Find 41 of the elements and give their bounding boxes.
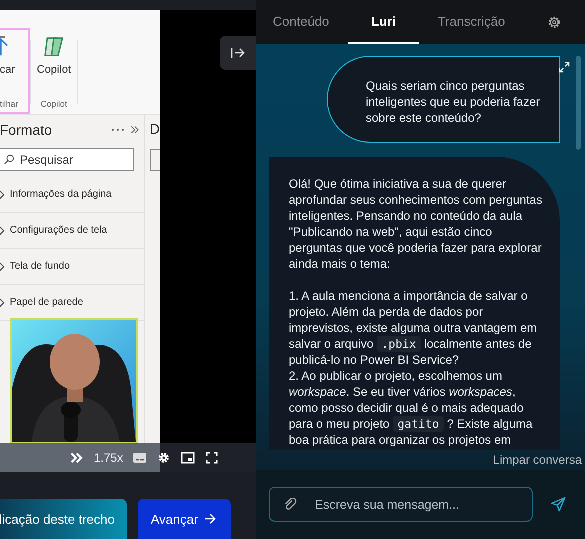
- chevron-icon: [0, 226, 6, 236]
- section-item[interactable]: Configurações de tela: [0, 213, 144, 249]
- fullscreen-icon[interactable]: [205, 452, 220, 464]
- speed-button[interactable]: 1.75x: [94, 450, 124, 464]
- pane-title: Formato: [0, 122, 54, 138]
- paperclip-icon[interactable]: [284, 498, 297, 511]
- group-label: Copilot: [40, 99, 68, 109]
- chevron-icon: [0, 190, 6, 200]
- search-icon: [4, 154, 15, 165]
- clear-conversation-button[interactable]: Limpar conversa: [493, 450, 582, 470]
- message-text: 2. Ao publicar o projeto, escolhemos um workspace. Se eu tiver vários workspaces, como posso decidir qual é o mais adequado para o meu projeto gatito ? Existe alguma boa prática para organizar os projetos em: [289, 368, 534, 448]
- search-field[interactable]: Pesquisar: [0, 148, 134, 171]
- message-text: 1. A aula menciona a importância de salvar o projeto. Além da perda de dados por imprevistos, existe alguma outra vantagem em salvar o arquivo .pbix localmente antes de publicá-lo no Power BI Service?: [289, 288, 538, 368]
- tab[interactable]: Transcrição: [424, 0, 518, 44]
- section-item[interactable]: Informações da página: [0, 177, 144, 213]
- lesson-button[interactable]: licação deste trecho: [0, 499, 127, 539]
- settings-icon[interactable]: [157, 452, 172, 464]
- chevron-icon: [0, 262, 6, 272]
- ribbon-button[interactable]: car: [0, 34, 16, 76]
- tab[interactable]: Conteúdo: [260, 0, 342, 44]
- section-item[interactable]: Tela de fundo: [0, 249, 144, 285]
- message-input[interactable]: Escreva sua mensagem...: [269, 487, 533, 522]
- collapse-panel-button[interactable]: [220, 36, 256, 70]
- expand-icon[interactable]: [559, 62, 570, 73]
- message-text: Quais seriam cinco perguntas inteligentes que eu poderia fazer sobre este conteúdo?: [366, 78, 542, 126]
- settings-icon[interactable]: [548, 16, 561, 28]
- arrow-to-bar-icon: [231, 47, 245, 59]
- collapse-icon[interactable]: [130, 125, 140, 135]
- scrollbar[interactable]: [576, 56, 581, 150]
- lesson-button[interactable]: Avançar: [138, 499, 231, 539]
- group-label: tilhar: [0, 99, 18, 109]
- picture-in-picture-icon[interactable]: [181, 452, 196, 464]
- message-text: Olá! Que ótima iniciativa a sua de querer aprofundar seus conhecimentos com perguntas inteligentes. Pensando no conteúdo da aula "Publicando na web", aqui estão cinco perguntas que você poderia fazer para explorar ainda mais o tema:: [289, 176, 544, 272]
- ribbon-button[interactable]: Copilot: [37, 34, 72, 76]
- more-icon[interactable]: [110, 128, 125, 132]
- fast-forward-icon[interactable]: [70, 452, 84, 464]
- pane-title: D: [150, 121, 160, 137]
- send-icon[interactable]: [551, 497, 566, 512]
- chevron-icon: [0, 298, 6, 308]
- subtitles-icon[interactable]: [133, 452, 148, 464]
- arrow-right-icon: [204, 513, 216, 525]
